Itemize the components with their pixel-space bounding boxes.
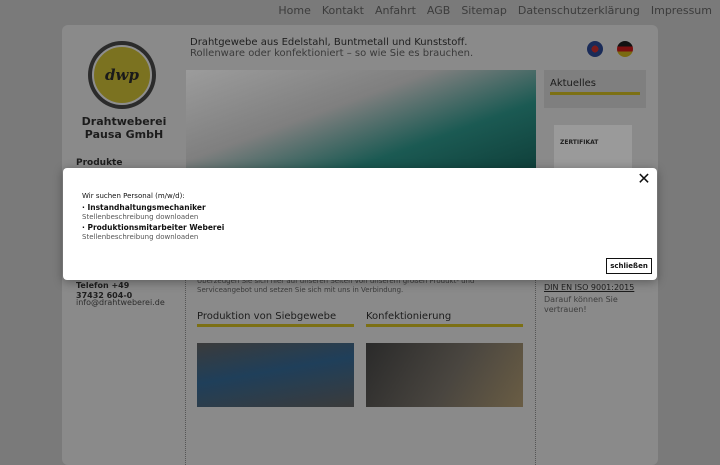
- aktuelles-box: Aktuelles: [544, 70, 646, 108]
- aktuelles-divider: [550, 92, 640, 95]
- nav-kontakt[interactable]: Kontakt: [322, 4, 364, 17]
- column-title-production[interactable]: Produktion von Siebgewebe: [197, 311, 336, 322]
- english-flag-icon[interactable]: [587, 41, 603, 57]
- column-title-konfektion[interactable]: Konfektionierung: [366, 311, 451, 322]
- iso-text: Darauf können Sie vertrauen!: [544, 295, 618, 314]
- logo-text: dwp: [92, 45, 152, 105]
- certificate-image[interactable]: [554, 125, 632, 171]
- job-title-2: · Produktionsmitarbeiter Weberei: [82, 223, 225, 232]
- close-icon[interactable]: ✕: [637, 171, 651, 187]
- column-divider-konfektion: [366, 324, 523, 327]
- job-modal: ✕ Wir suchen Personal (m/w/d): · Instand…: [63, 168, 657, 280]
- german-flag-icon[interactable]: [617, 41, 633, 57]
- hero-image: [186, 70, 536, 170]
- page-subline: Rollenware oder konfektioniert – so wie …: [190, 48, 474, 59]
- column-divider-production: [197, 324, 354, 327]
- sidebar-email[interactable]: info@drahtweberei.de: [76, 298, 165, 307]
- iso-link[interactable]: DIN EN ISO 9001:2015: [544, 283, 634, 292]
- sidebar-products[interactable]: Produkte: [76, 158, 122, 168]
- nav-anfahrt[interactable]: Anfahrt: [375, 4, 416, 17]
- top-navigation: Home Kontakt Anfahrt AGB Sitemap Datensc…: [278, 4, 712, 17]
- nav-home[interactable]: Home: [278, 4, 310, 17]
- company-logo[interactable]: dwp: [88, 41, 156, 109]
- nav-agb[interactable]: AGB: [427, 4, 450, 17]
- page-headline: Drahtgewebe aus Edelstahl, Buntmetall un…: [190, 37, 468, 48]
- konfektion-image[interactable]: [366, 343, 523, 407]
- job-title-1: · Instandhaltungsmechaniker: [82, 203, 206, 212]
- job-download-link-1[interactable]: Stellenbeschreibung downloaden: [82, 213, 198, 221]
- modal-intro: Wir suchen Personal (m/w/d):: [82, 192, 185, 200]
- certificate-title: ZERTIFIKAT: [560, 139, 599, 146]
- production-image[interactable]: [197, 343, 354, 407]
- nav-datenschutz[interactable]: Datenschutzerklärung: [518, 4, 640, 17]
- close-button[interactable]: schließen: [606, 258, 652, 274]
- aktuelles-title: Aktuelles: [550, 78, 596, 89]
- nav-sitemap[interactable]: Sitemap: [461, 4, 507, 17]
- company-name: Drahtweberei Pausa GmbH: [81, 115, 167, 141]
- nav-impressum[interactable]: Impressum: [651, 4, 712, 17]
- job-download-link-2[interactable]: Stellenbeschreibung downloaden: [82, 233, 198, 241]
